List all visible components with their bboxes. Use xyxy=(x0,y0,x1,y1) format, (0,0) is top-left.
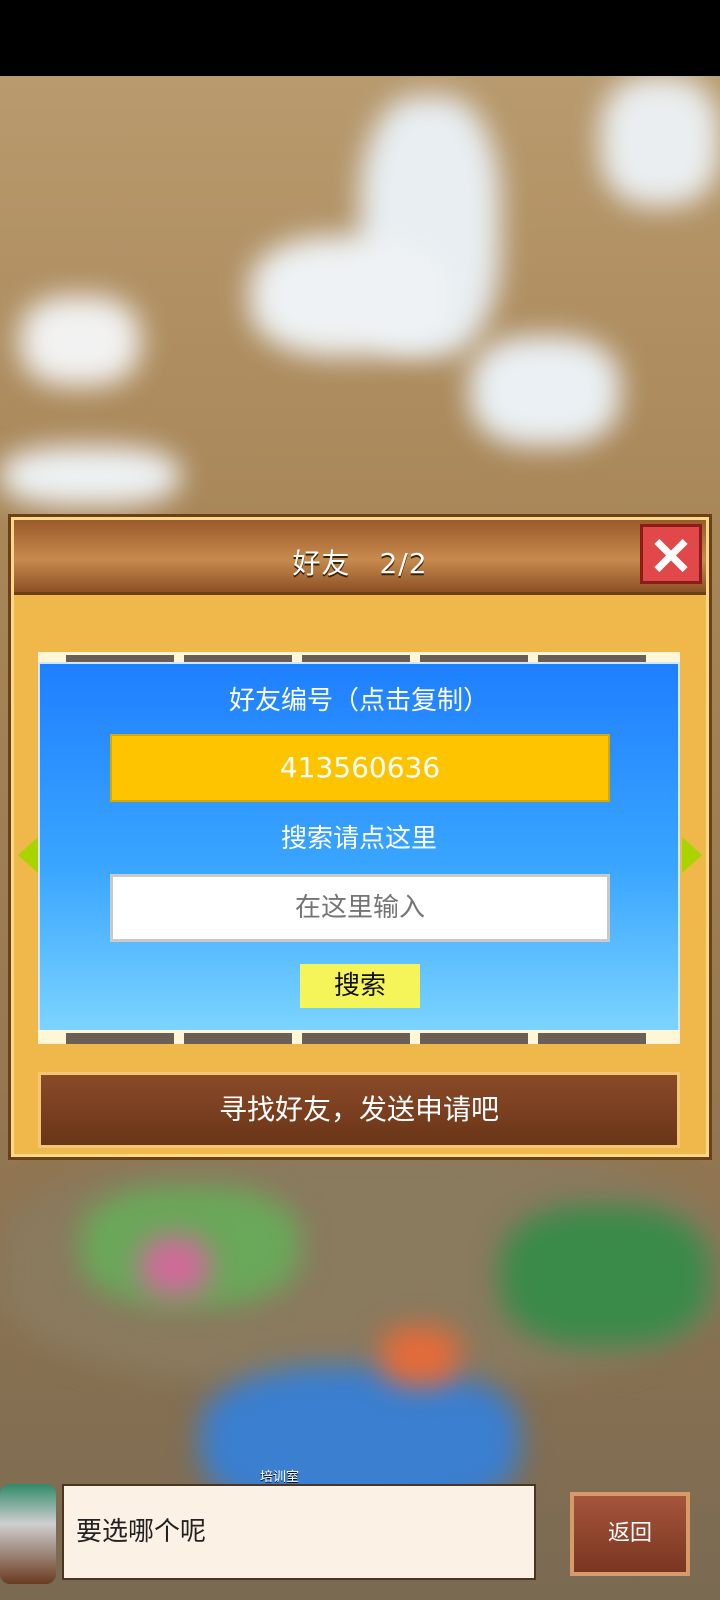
tab-bottom-5 xyxy=(538,1033,646,1044)
character-avatar xyxy=(0,1484,56,1584)
friend-id-copy-button[interactable]: 413560636 xyxy=(110,734,610,802)
search-prompt: 搜索请点这里 xyxy=(280,824,437,854)
room-label: 培训室 xyxy=(260,1470,300,1485)
arrow-left-icon[interactable] xyxy=(18,837,38,873)
friend-card: 好友编号（点击复制） 413560636 搜索请点这里 搜索 xyxy=(38,662,680,1040)
tab-bottom-1 xyxy=(66,1033,174,1044)
dialog-header: 好友 2/2 xyxy=(14,520,706,595)
search-button[interactable]: 搜索 xyxy=(300,964,420,1008)
tab-strip-bottom xyxy=(38,1030,680,1044)
footer-message: 寻找好友，发送申请吧 xyxy=(38,1072,680,1148)
tab-bottom-4 xyxy=(420,1033,528,1044)
speech-bubble: 要选哪个呢 xyxy=(62,1484,536,1580)
dialog-title: 好友 2/2 xyxy=(292,547,428,580)
status-bar xyxy=(0,0,720,76)
tab-bottom-2 xyxy=(184,1033,292,1044)
friend-id-label: 好友编号（点击复制） xyxy=(228,686,489,716)
friend-search-input[interactable] xyxy=(110,874,610,942)
return-button[interactable]: 返回 xyxy=(570,1492,690,1576)
arrow-right-icon[interactable] xyxy=(682,837,702,873)
tab-bottom-3 xyxy=(302,1033,410,1044)
close-icon[interactable] xyxy=(640,524,702,584)
